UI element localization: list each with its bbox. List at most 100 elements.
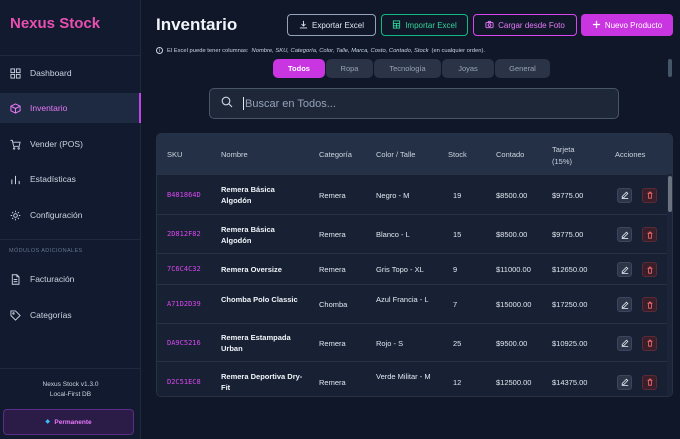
cell-category: Chomba: [319, 300, 348, 309]
sidebar-item-dashboard[interactable]: Dashboard: [0, 58, 141, 88]
export-label: Exportar Excel: [311, 20, 365, 30]
trash-icon: [646, 231, 654, 239]
pencil-icon: [621, 378, 629, 386]
cell-stock: 15: [453, 230, 462, 239]
page-title: Inventario: [156, 15, 238, 34]
pencil-icon: [621, 266, 629, 274]
cell-color-size: Gris Topo - XL: [376, 265, 424, 274]
search-input[interactable]: [243, 97, 618, 110]
search-box: [209, 88, 619, 119]
cell-name: Chomba Polo Classic: [221, 294, 298, 304]
cell-cash-price: $11000.00: [496, 265, 531, 274]
cell-sku: DA9C5216: [167, 338, 201, 347]
sidebar-item-facturacion[interactable]: Facturación: [0, 264, 141, 294]
export-excel-button[interactable]: Exportar Excel: [287, 14, 376, 36]
delete-button[interactable]: [642, 262, 657, 277]
cell-card-price: $9775.00: [552, 190, 584, 200]
table-row: B481864D Remera Básica Algodón Remera Negro…: [157, 174, 667, 214]
edit-button[interactable]: [617, 187, 632, 203]
brand-logo: Nexus Stock: [10, 15, 101, 32]
table-row: A71D2D39 Chomba Polo Classic Chomba Azul Fr…: [157, 284, 667, 323]
cell-stock: 7: [453, 300, 458, 309]
cell-category: Remera: [319, 230, 346, 239]
edit-button[interactable]: [617, 262, 632, 277]
new-product-button[interactable]: Nuevo Producto: [581, 14, 673, 36]
sidebar-item-pos[interactable]: Vender (POS): [0, 129, 141, 159]
divider: [0, 239, 141, 240]
cell-color-size: Rojo - S: [376, 338, 404, 348]
sidebar-item-label: Inventario: [30, 103, 68, 113]
col-contado: Contado: [496, 150, 525, 159]
cell-color-size: Negro - M: [376, 190, 410, 200]
sidebar-item-label: Estadísticas: [30, 174, 76, 184]
grid-icon: [9, 67, 21, 79]
inventory-table: SKU Nombre Categoría Color / Talle Stock…: [156, 133, 673, 397]
pencil-icon: [621, 231, 629, 239]
tab-todos[interactable]: Todos: [273, 59, 325, 78]
info-icon: i: [156, 47, 163, 54]
cell-stock: 9: [453, 265, 458, 274]
sidebar-item-label: Vender (POS): [30, 139, 83, 149]
sidebar-item-estadisticas[interactable]: Estadísticas: [0, 164, 141, 194]
cell-sku: D2C51EC8: [167, 377, 201, 386]
table-scrollbar[interactable]: [668, 176, 672, 212]
delete-button[interactable]: [642, 335, 657, 351]
divider: [0, 368, 141, 369]
cell-cash-price: $8500.00: [496, 230, 528, 239]
edit-button[interactable]: [617, 335, 632, 351]
category-tabs: Todos Ropa Tecnología Joyas General: [273, 59, 550, 78]
sidebar-item-label: Dashboard: [30, 68, 72, 78]
diamond-icon: ◆: [45, 419, 51, 425]
license-label: Permanente: [54, 418, 92, 426]
trash-icon: [646, 378, 654, 386]
sidebar-item-label: Categorías: [30, 310, 72, 320]
cell-color-size: Verde Militar - M: [376, 372, 431, 381]
tab-ropa[interactable]: Ropa: [326, 59, 373, 78]
pencil-icon: [621, 301, 629, 309]
hint-columns: Nombre, SKU, Categoría, Color, Talle, Ma…: [251, 47, 429, 54]
hint-suffix: (en cualquier orden).: [431, 47, 486, 54]
col-sku: SKU: [167, 150, 183, 159]
trash-icon: [646, 301, 654, 309]
import-label: Importar Excel: [405, 20, 457, 30]
tag-icon: [9, 309, 21, 321]
delete-button[interactable]: [642, 227, 657, 242]
cell-category: Remera: [319, 265, 346, 274]
license-badge[interactable]: ◆ Permanente: [3, 409, 134, 435]
col-nombre: Nombre: [221, 150, 248, 159]
delete-button[interactable]: [642, 297, 657, 312]
sidebar-item-inventario[interactable]: Inventario: [0, 93, 141, 123]
cell-name: Remera Básica Algodón: [221, 224, 275, 245]
table-row: D2C51EC8 Remera Deportiva Dry-Fit Remera Ve…: [157, 361, 667, 396]
col-color-talle: Color / Talle: [376, 150, 416, 159]
tab-general[interactable]: General: [495, 59, 550, 78]
trash-icon: [646, 266, 654, 274]
cell-name: Remera Estampada Urban: [221, 333, 291, 353]
import-excel-button[interactable]: Importar Excel: [381, 14, 468, 36]
cell-sku: A71D2D39: [167, 300, 201, 308]
cell-name: Remera Oversize: [221, 265, 282, 274]
edit-button[interactable]: [617, 297, 632, 312]
table-row: DA9C5216 Remera Estampada Urban Remera Rojo…: [157, 323, 667, 361]
sidebar-item-configuracion[interactable]: Configuración: [0, 200, 141, 230]
delete-button[interactable]: [642, 374, 657, 390]
load-from-photo-button[interactable]: Cargar desde Foto: [473, 14, 577, 36]
edit-button[interactable]: [617, 227, 632, 242]
bar-chart-icon: [9, 173, 21, 185]
cell-category: Remera: [319, 377, 346, 387]
tab-tecnologia[interactable]: Tecnología: [374, 59, 441, 78]
sidebar-item-label: Facturación: [30, 274, 75, 284]
camera-icon: [485, 20, 494, 31]
new-label: Nuevo Producto: [604, 20, 663, 30]
hint-prefix: El Excel puede tener columnas:: [167, 47, 249, 54]
cell-sku: 2D812F82: [167, 230, 201, 238]
tab-joyas[interactable]: Joyas: [442, 59, 494, 78]
cell-name: Remera Deportiva Dry-Fit: [221, 372, 303, 392]
cell-card-price: $10925.00: [552, 338, 588, 348]
page-scrollbar[interactable]: [668, 59, 672, 77]
cell-card-price: $14375.00: [552, 377, 588, 387]
cell-cash-price: $15000.00: [496, 300, 532, 309]
sidebar-item-categorias[interactable]: Categorías: [0, 300, 141, 330]
delete-button[interactable]: [642, 187, 657, 203]
edit-button[interactable]: [617, 374, 632, 390]
